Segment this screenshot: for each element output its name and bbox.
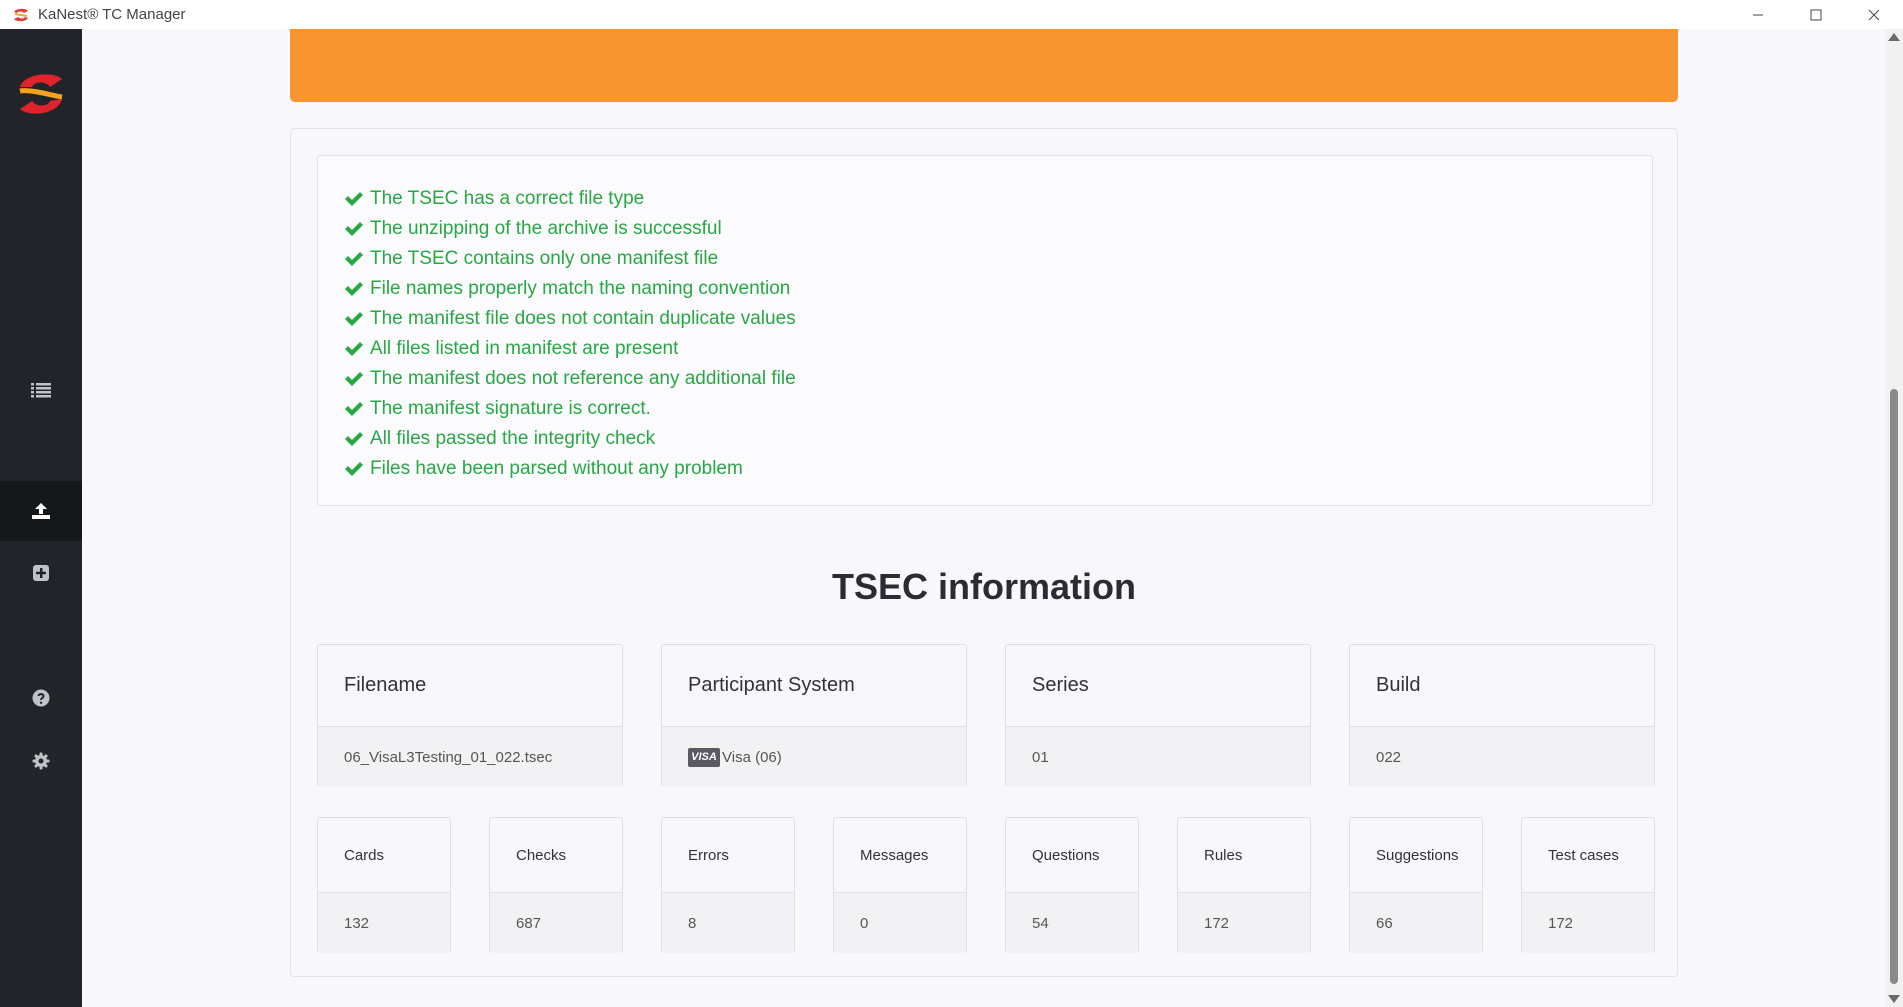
app-logo-icon <box>14 8 28 21</box>
info-card-value: Visa (06) <box>722 748 782 766</box>
stat-card-cards: Cards 132 <box>317 817 451 953</box>
visa-logo-icon: VISA <box>688 747 720 767</box>
scroll-down-icon[interactable] <box>1888 995 1900 1003</box>
stat-card-value: 54 <box>1006 893 1138 953</box>
gear-icon <box>32 752 50 770</box>
check-icon <box>345 252 363 266</box>
section-title: TSEC information <box>832 566 1136 607</box>
check-item-label: All files passed the integrity check <box>370 428 656 449</box>
check-icon <box>345 282 363 296</box>
info-card-value-container: VISA Visa (06) <box>662 727 966 787</box>
info-card-label: Series <box>1006 645 1310 727</box>
check-icon <box>345 342 363 356</box>
check-item: File names properly match the naming con… <box>344 274 1626 304</box>
check-item-label: The manifest file does not contain dupli… <box>370 308 796 329</box>
check-icon <box>345 432 363 446</box>
title-bar: KaNest® TC Manager <box>0 0 1903 29</box>
brand-logo-icon[interactable] <box>14 69 68 119</box>
check-item-label: All files listed in manifest are present <box>370 338 679 359</box>
minimize-icon <box>1753 14 1763 15</box>
check-item-label: The manifest signature is correct. <box>370 398 651 419</box>
stat-card-questions: Questions 54 <box>1005 817 1139 953</box>
window-title: KaNest® TC Manager <box>38 6 186 23</box>
stat-card-messages: Messages 0 <box>833 817 967 953</box>
check-item-label: File names properly match the naming con… <box>370 278 791 299</box>
stat-card-label: Checks <box>490 818 622 893</box>
info-card-value: 01 <box>1006 727 1310 787</box>
check-item: The TSEC contains only one manifest file <box>344 244 1626 274</box>
plus-square-icon <box>33 565 49 581</box>
sidebar-item-settings[interactable] <box>0 731 82 791</box>
stat-card-suggestions: Suggestions 66 <box>1349 817 1483 953</box>
stat-card-label: Rules <box>1178 818 1310 893</box>
stat-card-value: 8 <box>662 893 794 953</box>
maximize-button[interactable] <box>1787 0 1845 29</box>
check-icon <box>345 462 363 476</box>
check-item: The manifest file does not contain dupli… <box>344 304 1626 334</box>
sidebar-item-add[interactable] <box>0 543 82 603</box>
stat-card-checks: Checks 687 <box>489 817 623 953</box>
info-card-label: Participant System <box>662 645 966 727</box>
stat-card-label: Errors <box>662 818 794 893</box>
check-item: The unzipping of the archive is successf… <box>344 214 1626 244</box>
info-card-build: Build 022 <box>1349 644 1655 787</box>
stat-card-value: 172 <box>1522 893 1654 953</box>
stat-card-label: Cards <box>318 818 450 893</box>
stat-card-test-cases: Test cases 172 <box>1521 817 1655 953</box>
upload-icon <box>32 503 50 519</box>
close-icon <box>1868 9 1880 20</box>
check-item: The manifest signature is correct. <box>344 394 1626 424</box>
check-item-label: Files have been parsed without any probl… <box>370 458 743 479</box>
validation-checks-card: The TSEC has a correct file type The unz… <box>317 155 1653 506</box>
check-item: Files have been parsed without any probl… <box>344 454 1626 484</box>
info-card-label: Build <box>1350 645 1654 727</box>
maximize-icon <box>1810 9 1822 20</box>
check-icon <box>345 192 363 206</box>
status-banner <box>290 29 1678 102</box>
check-item-label: The TSEC contains only one manifest file <box>370 248 719 269</box>
info-card-value: 022 <box>1350 727 1654 787</box>
check-icon <box>345 222 363 236</box>
scroll-up-icon[interactable] <box>1888 33 1900 41</box>
vertical-scrollbar[interactable] <box>1885 29 1903 1007</box>
stat-card-label: Messages <box>834 818 966 893</box>
stat-card-rules: Rules 172 <box>1177 817 1311 953</box>
stat-card-value: 687 <box>490 893 622 953</box>
check-icon <box>345 372 363 386</box>
check-icon <box>345 402 363 416</box>
stat-card-value: 0 <box>834 893 966 953</box>
check-item: The manifest does not reference any addi… <box>344 364 1626 394</box>
stat-card-value: 132 <box>318 893 450 953</box>
sidebar-item-help[interactable] <box>0 668 82 728</box>
stat-card-errors: Errors 8 <box>661 817 795 953</box>
minimize-button[interactable] <box>1729 0 1787 29</box>
help-icon <box>32 689 50 707</box>
info-card-participant-system: Participant System VISA Visa (06) <box>661 644 967 787</box>
tsec-result-card: The TSEC has a correct file type The unz… <box>290 128 1678 977</box>
info-card-value: 06_VisaL3Testing_01_022.tsec <box>318 727 622 787</box>
check-icon <box>345 312 363 326</box>
check-item: All files listed in manifest are present <box>344 334 1626 364</box>
stat-card-label: Suggestions <box>1350 818 1482 893</box>
scrollbar-thumb[interactable] <box>1890 389 1898 984</box>
stat-card-value: 66 <box>1350 893 1482 953</box>
info-card-label: Filename <box>318 645 622 727</box>
check-item: The TSEC has a correct file type <box>344 184 1626 214</box>
info-card-series: Series 01 <box>1005 644 1311 787</box>
stat-card-label: Test cases <box>1522 818 1654 893</box>
check-item-label: The manifest does not reference any addi… <box>370 368 796 389</box>
info-card-filename: Filename 06_VisaL3Testing_01_022.tsec <box>317 644 623 787</box>
stat-card-value: 172 <box>1178 893 1310 953</box>
check-item-label: The unzipping of the archive is successf… <box>370 218 722 239</box>
close-button[interactable] <box>1845 0 1903 29</box>
list-icon <box>31 383 51 398</box>
main-content: The TSEC has a correct file type The unz… <box>82 29 1885 1007</box>
stat-card-label: Questions <box>1006 818 1138 893</box>
sidebar-item-list[interactable] <box>0 360 82 420</box>
sidebar <box>0 29 82 1007</box>
check-item-label: The TSEC has a correct file type <box>370 188 645 209</box>
check-item: All files passed the integrity check <box>344 424 1626 454</box>
sidebar-item-upload[interactable] <box>0 481 82 541</box>
